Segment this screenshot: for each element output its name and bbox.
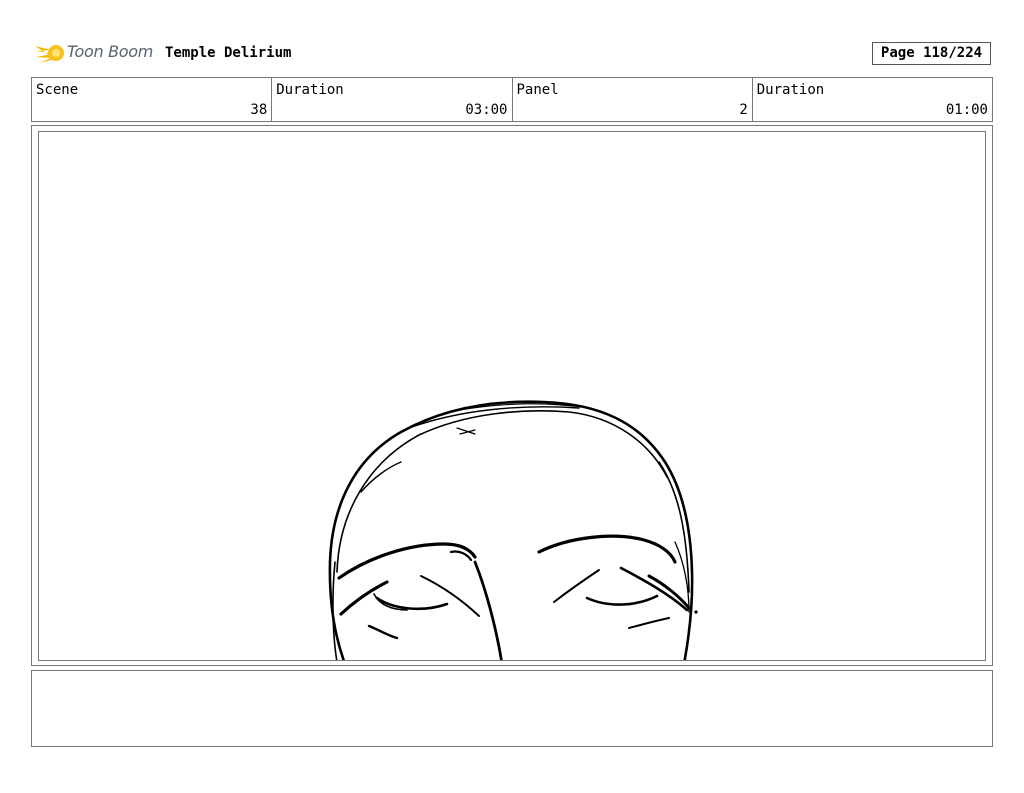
right-eyebrow <box>537 534 677 564</box>
toon-boom-logo: Toon Boom <box>33 38 158 68</box>
nose-left-line <box>473 560 503 660</box>
panel-duration-cell: Duration 01:00 <box>753 78 992 121</box>
panel-label: Panel <box>516 82 559 98</box>
face-sketch-drawing <box>328 400 698 660</box>
page-number: Page 118/224 <box>872 42 991 65</box>
scene-duration-label: Duration <box>276 82 344 98</box>
head-outline-stroke-10 <box>332 561 338 660</box>
logo-text: Toon Boom <box>67 42 154 61</box>
scene-label: Scene <box>36 82 79 98</box>
project-title: Temple Delirium <box>165 45 292 61</box>
panel-cell: Panel 2 <box>513 78 753 121</box>
right-eye-dot <box>694 610 698 614</box>
scene-duration-value: 03:00 <box>465 102 508 118</box>
left-cheek-stroke <box>367 624 399 640</box>
left-eyebrow <box>337 542 477 580</box>
scene-value: 38 <box>250 102 268 118</box>
right-cheek-stroke <box>628 617 670 629</box>
toon-boom-logo-icon <box>35 45 64 63</box>
scene-info-table: Scene 38 Duration 03:00 Panel 2 Duration… <box>31 77 993 122</box>
scene-duration-cell: Duration 03:00 <box>272 78 513 121</box>
left-eye-closed <box>375 596 449 611</box>
right-eye-outer-2 <box>647 574 691 610</box>
notes-box <box>31 670 993 747</box>
left-eye-lash-line <box>420 575 480 617</box>
scene-cell: Scene 38 <box>32 78 273 121</box>
left-eyebrow-accent <box>449 550 473 562</box>
head-outline-stroke-2 <box>336 410 668 573</box>
panel-frame <box>31 125 993 666</box>
panel-duration-label: Duration <box>756 82 825 98</box>
left-eye-outer <box>339 580 389 616</box>
panel-image-area <box>38 131 986 661</box>
right-eye-lash-line <box>553 569 600 603</box>
head-outline-stroke-7 <box>360 461 402 493</box>
right-eye-closed <box>585 594 659 606</box>
panel-duration-value: 01:00 <box>945 102 988 118</box>
panel-value: 2 <box>739 102 748 118</box>
